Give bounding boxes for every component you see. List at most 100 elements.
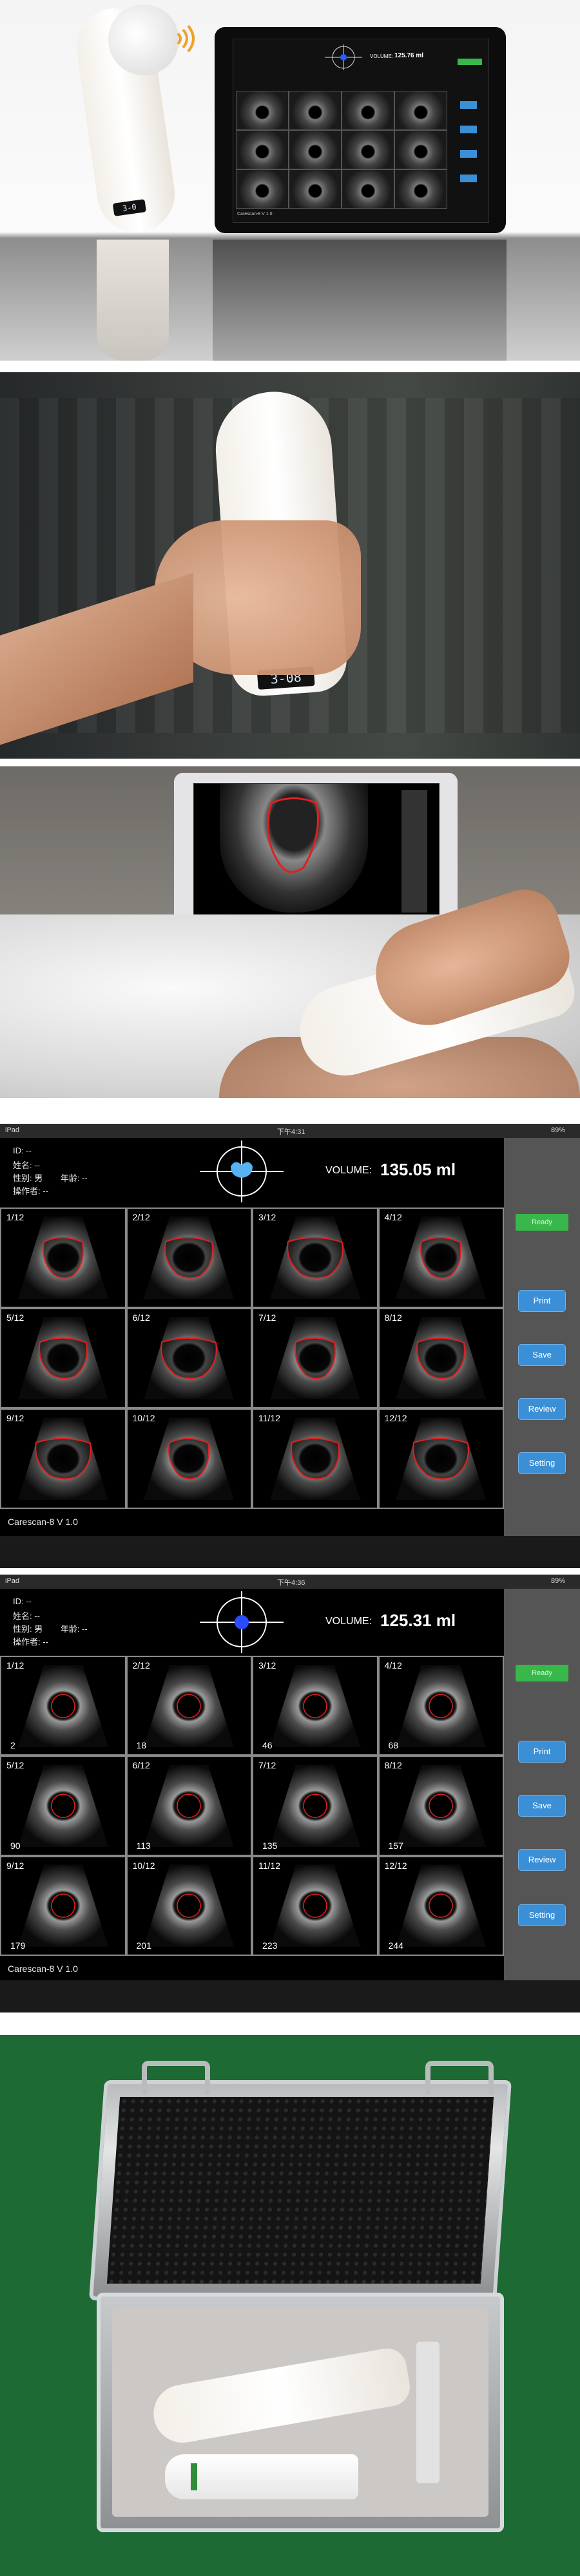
bladder-section [303, 1694, 327, 1718]
ultrasound-slice [396, 1217, 487, 1299]
setting-button-2[interactable]: Setting [518, 1904, 566, 1926]
ultrasound-slice [144, 1217, 235, 1299]
status-battery: 89% [551, 1126, 566, 1134]
patient-field-value: -- [23, 1596, 32, 1606]
ultrasound-slice [269, 1317, 360, 1399]
patient-field-label: ID: [13, 1146, 24, 1155]
scan-slice-cell[interactable]: 2/12 [126, 1208, 252, 1308]
scan-slice-cell[interactable]: 10/12 201 [126, 1855, 252, 1956]
tablet-in-use-sidebar [401, 790, 427, 913]
slice-angle-value: 2 [10, 1740, 15, 1751]
mini-scan-cell [342, 169, 394, 209]
ultrasound-slice [396, 1765, 487, 1847]
slice-angle-value: 18 [136, 1740, 147, 1751]
patient-field-value: -- [32, 1611, 40, 1621]
tablet-volume-value: 125.76 ml [394, 52, 424, 59]
status-battery-2: 89% [551, 1577, 566, 1585]
slice-angle-value: 223 [262, 1940, 278, 1951]
bladder-section [51, 1893, 75, 1918]
mini-scan-cell [394, 169, 447, 209]
ultrasound-slice [269, 1665, 360, 1747]
slice-angle-value: 46 [262, 1740, 273, 1751]
scan-slice-cell[interactable]: 7/12 [252, 1308, 378, 1408]
patient-info: ID: -- 姓名: -- 性别: 男 年龄: -- 操作者: -- [0, 1138, 193, 1202]
scan-slice-cell[interactable]: 5/12 [0, 1308, 126, 1408]
mini-scan-cell [236, 91, 289, 130]
scan-slice-cell[interactable]: 1/12 [0, 1208, 126, 1308]
print-button[interactable]: Print [518, 1290, 566, 1312]
print-button-2[interactable]: Print [518, 1741, 566, 1763]
scan-slice-cell[interactable]: 6/12 113 [126, 1756, 252, 1856]
patient-field-value: 男 [32, 1624, 43, 1634]
review-button[interactable]: Review [518, 1398, 566, 1420]
save-button-2[interactable]: Save [518, 1795, 566, 1817]
patient-info-row: ID: -- [13, 1146, 32, 1155]
scan-slice-cell[interactable]: 6/12 [126, 1308, 252, 1408]
bladder-section [51, 1794, 75, 1818]
scan-slice-cell[interactable]: 4/12 [378, 1208, 504, 1308]
crosshair-target-icon-2 [200, 1591, 284, 1653]
scan-slice-cell[interactable]: 8/12 [378, 1308, 504, 1408]
scan-slice-cell[interactable]: 4/12 68 [378, 1656, 504, 1756]
scan-slice-cell[interactable]: 10/12 [126, 1408, 252, 1509]
slice-angle-value: 201 [136, 1940, 151, 1951]
case-handle-right [425, 2061, 494, 2094]
patient-field-value: -- [32, 1160, 40, 1170]
patient-field-label: 姓名: [13, 1160, 32, 1170]
scan-slice-cell[interactable]: 9/12 [0, 1408, 126, 1509]
save-button[interactable]: Save [518, 1344, 566, 1366]
bladder-section [303, 1893, 327, 1918]
slice-angle-value: 179 [10, 1940, 26, 1951]
scan-slice-cell[interactable]: 5/12 90 [0, 1756, 126, 1856]
patient-field-label: 性别: [13, 1173, 32, 1183]
scan-slice-cell[interactable]: 1/12 2 [0, 1656, 126, 1756]
scan-slice-cell[interactable]: 12/12 [378, 1408, 504, 1509]
ultrasound-slice [17, 1217, 108, 1299]
app-version-2: Carescan-8 V 1.0 [8, 1964, 78, 1974]
slice-angle-value: 113 [136, 1840, 151, 1851]
mini-scan-cell [289, 91, 342, 130]
carrying-case-panel [0, 2035, 580, 2576]
setting-button[interactable]: Setting [518, 1452, 566, 1474]
charger-cable [416, 2342, 440, 2483]
ultrasound-slice [144, 1665, 235, 1747]
product-photo-panel: 3-0 VOLUME: 125.76 ml Carescan-8 V 1.0 [0, 0, 580, 361]
scan-slice-cell[interactable]: 9/12 179 [0, 1855, 126, 1956]
scan-slice-cell[interactable]: 12/12 244 [378, 1855, 504, 1956]
ready-indicator: Ready [516, 1214, 568, 1231]
scan-slice-cell[interactable]: 11/12 223 [252, 1855, 378, 1956]
ultrasound-slice [144, 1765, 235, 1847]
tablet-in-use-screen [193, 783, 440, 925]
scan-slice-cell[interactable]: 11/12 [252, 1408, 378, 1509]
mini-scan-cell [394, 130, 447, 169]
gel-bottle [165, 2454, 358, 2499]
scan-slice-cell[interactable]: 2/12 18 [126, 1656, 252, 1756]
mini-scan-cell [394, 91, 447, 130]
scan-slice-cell[interactable]: 3/12 [252, 1208, 378, 1308]
scan-slice-cell[interactable]: 3/12 46 [252, 1656, 378, 1756]
ultrasound-slice [17, 1417, 108, 1500]
status-time-2: 下午4:36 [277, 1579, 305, 1587]
tablet-screen: VOLUME: 125.76 ml Carescan-8 V 1.0 [233, 39, 489, 223]
ultrasound-slice [17, 1665, 108, 1747]
control-sidebar: Ready Print Save Review Setting [504, 1138, 580, 1536]
slice-angle-value: 157 [388, 1840, 403, 1851]
review-button-2[interactable]: Review [518, 1849, 566, 1871]
handheld-photo-panel: 3-08 [0, 372, 580, 759]
scan-slice-cell[interactable]: 7/12 135 [252, 1756, 378, 1856]
bladder-section [177, 1893, 201, 1918]
tablet-volume-label: VOLUME: [370, 53, 394, 59]
bladder-section [429, 1694, 453, 1718]
bladder-section [429, 1794, 453, 1818]
case-lid [89, 2080, 512, 2300]
case-base [97, 2293, 504, 2532]
patient-field-extra: 年龄: -- [58, 1624, 88, 1634]
scan-area-2: ID: -- 姓名: -- 性别: 男 年龄: -- 操作者: -- VOLUME: … [0, 1589, 504, 1980]
scan-grid: 1/12 2/12 3/12 4/12 5/12 6/12 7/12 8/12 9/12 10/1… [0, 1208, 504, 1509]
ultrasound-slice [17, 1765, 108, 1847]
scan-slice-cell[interactable]: 8/12 157 [378, 1756, 504, 1856]
bladder-contour [266, 797, 319, 873]
scanner-device: 3-0 [72, 0, 184, 238]
slice-angle-value: 244 [388, 1940, 403, 1951]
ultrasound-slice [144, 1864, 235, 1947]
